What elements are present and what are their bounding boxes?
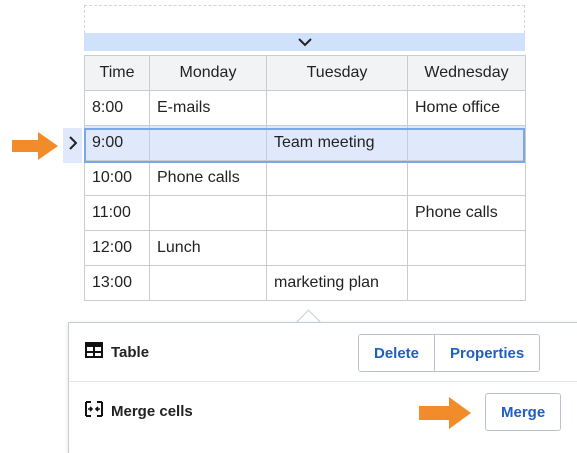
chevron-down-icon[interactable] <box>297 37 312 47</box>
table-cell[interactable] <box>149 125 267 161</box>
table-row: 11:00 Phone calls <box>84 195 526 231</box>
table-row-selected: 9:00 Team meeting <box>84 125 526 161</box>
table-cell[interactable]: 8:00 <box>84 90 150 126</box>
table-cell[interactable]: 9:00 <box>84 125 150 161</box>
table-cell[interactable] <box>266 160 408 196</box>
table-cell[interactable] <box>407 265 526 301</box>
table-cell[interactable]: Home office <box>407 90 526 126</box>
table-cell[interactable] <box>407 125 526 161</box>
table-cell[interactable]: 13:00 <box>84 265 150 301</box>
table-actions-group: Delete Properties <box>358 334 541 372</box>
row-selector-handle[interactable] <box>63 128 82 163</box>
chevron-right-icon[interactable] <box>68 136 78 155</box>
header-cell[interactable]: Tuesday <box>266 55 408 91</box>
timetable: Time Monday Tuesday Wednesday 8:00 E-mai… <box>84 55 526 301</box>
table-cell[interactable] <box>266 195 408 231</box>
table-cell[interactable] <box>407 230 526 266</box>
arrow-right-icon <box>419 397 471 429</box>
table-cell[interactable]: Lunch <box>149 230 267 266</box>
header-cell[interactable]: Monday <box>149 55 267 91</box>
table-cell[interactable]: Team meeting <box>266 125 408 161</box>
table-properties-panel: Table Delete Properties Merge cells Merg… <box>68 322 577 453</box>
table-cell[interactable]: 12:00 <box>84 230 150 266</box>
table-icon <box>85 342 103 362</box>
properties-button[interactable]: Properties <box>434 335 540 371</box>
table-cell[interactable]: E-mails <box>149 90 267 126</box>
table-cell[interactable] <box>149 265 267 301</box>
table-cell[interactable]: 11:00 <box>84 195 150 231</box>
table-label: Table <box>85 342 149 362</box>
table-header-row: Time Monday Tuesday Wednesday <box>84 55 526 91</box>
table-row: 12:00 Lunch <box>84 230 526 266</box>
table-row: 8:00 E-mails Home office <box>84 90 526 126</box>
table-row-section: Table Delete Properties <box>69 323 577 382</box>
merge-cells-icon <box>85 401 103 421</box>
header-cell[interactable]: Time <box>84 55 150 91</box>
arrow-right-icon <box>12 132 58 160</box>
merge-action-group: Merge <box>485 393 562 431</box>
column-selector-bar[interactable] <box>84 33 525 51</box>
table-cell[interactable] <box>149 195 267 231</box>
merge-cells-label: Merge cells <box>85 401 193 421</box>
table-cell[interactable] <box>266 90 408 126</box>
merge-button[interactable]: Merge <box>486 394 561 430</box>
delete-button[interactable]: Delete <box>359 335 435 371</box>
merge-cells-label-text: Merge cells <box>111 402 193 420</box>
table-label-text: Table <box>111 343 150 361</box>
table-cell[interactable]: Phone calls <box>149 160 267 196</box>
table-cell[interactable]: 10:00 <box>84 160 150 196</box>
header-cell[interactable]: Wednesday <box>407 55 526 91</box>
table-cell[interactable]: marketing plan <box>266 265 408 301</box>
table-cell[interactable] <box>266 230 408 266</box>
merge-cells-section: Merge cells Merge <box>69 382 577 440</box>
table-cell[interactable] <box>407 160 526 196</box>
editor-area <box>84 5 525 33</box>
table-row: 10:00 Phone calls <box>84 160 526 196</box>
table-row: 13:00 marketing plan <box>84 265 526 301</box>
table-cell[interactable]: Phone calls <box>407 195 526 231</box>
